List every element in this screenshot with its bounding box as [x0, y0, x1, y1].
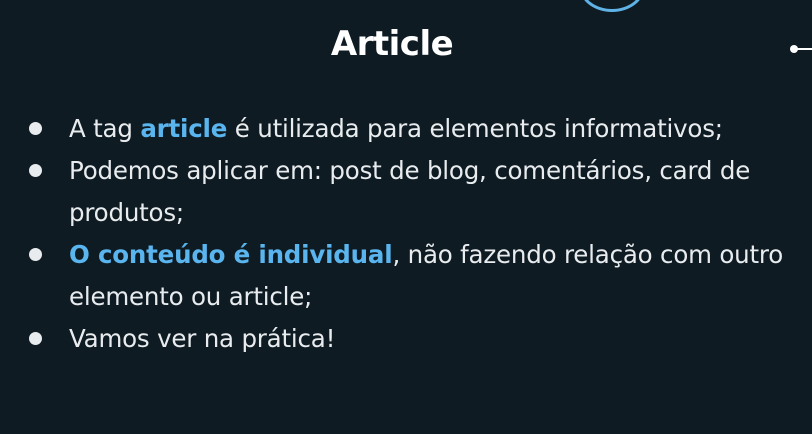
- bullet-dot-icon: [29, 248, 42, 261]
- highlight-text: article: [140, 114, 228, 143]
- slide-canvas: Article A tag article é utilizada para e…: [0, 0, 812, 434]
- bullet-text-part: A tag: [69, 114, 141, 143]
- bullet-list: A tag article é utilizada para elementos…: [28, 108, 798, 360]
- accent-circle-icon: [579, 0, 645, 12]
- bullet-item: Podemos aplicar em: post de blog, coment…: [28, 150, 798, 234]
- bullet-dot-icon: [29, 122, 42, 135]
- bullet-dot-icon: [29, 164, 42, 177]
- slide-title: Article: [330, 24, 454, 64]
- bullet-text-part: Vamos ver na prática!: [69, 324, 336, 353]
- bullet-item: Vamos ver na prática!: [28, 318, 798, 360]
- bullet-item: A tag article é utilizada para elementos…: [28, 108, 798, 150]
- connector-handle-icon: [790, 44, 812, 54]
- bullet-text-part: Podemos aplicar em: post de blog, coment…: [69, 156, 751, 227]
- bullet-text-part: é utilizada para elementos informativos;: [227, 114, 723, 143]
- bullet-item: O conteúdo é individual, não fazendo rel…: [28, 234, 798, 318]
- highlight-text: O conteúdo é individual: [69, 240, 393, 269]
- bullet-dot-icon: [29, 332, 42, 345]
